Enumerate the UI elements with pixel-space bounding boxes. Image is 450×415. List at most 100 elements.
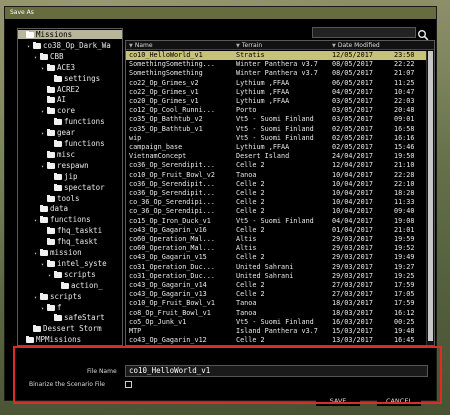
tree-item[interactable]: ▾ Missions	[18, 30, 122, 39]
tree-item-label: functions	[64, 139, 105, 148]
scrollbar-thumb[interactable]	[428, 51, 433, 341]
file-row[interactable]: co43_Op_Gagarin_v13 Celle 2 27/03/2017 17:0…	[126, 290, 426, 299]
file-row[interactable]: co12_Op_Cool_Runni... Porto 03/05/2017 20:4…	[126, 106, 426, 115]
file-name-cell: co43_Op_Gagarin_v12	[129, 336, 207, 345]
file-row[interactable]: co_36_Op_Serendipi... Celle 2 10/04/2017 09…	[126, 207, 426, 216]
tree-item-label: scripts	[64, 269, 96, 279]
file-row[interactable]: co36_Op_Serendipit... Celle 2 10/04/2017 22…	[126, 180, 426, 189]
column-date-header[interactable]: ▼ Date Modified	[332, 41, 380, 51]
file-row[interactable]: co60_Operation_Mal... Altis 29/03/2017 19:5…	[126, 235, 426, 244]
tree-item[interactable]: spectator	[48, 183, 122, 192]
time-cell: 17:59	[394, 281, 415, 289]
tree-item[interactable]: ▾ mission	[34, 248, 122, 257]
tree-item[interactable]: ▾ scripts	[48, 269, 122, 279]
search-input[interactable]	[312, 27, 416, 38]
list-scrollbar[interactable]	[426, 51, 434, 345]
file-row[interactable]: SomethingSomething Winter Panthera v3.7 08…	[126, 69, 426, 78]
file-row[interactable]: co22_Op_Grimes_v2 Lythium ,FFAA 06/05/2017…	[126, 79, 426, 88]
file-row[interactable]: campaign_base Lythium ,FFAA 02/05/2017 15:4…	[126, 143, 426, 152]
file-row[interactable]: co43_Op_Gagarin_v12 Celle 2 13/03/2017 16:4…	[126, 336, 426, 345]
tree-item[interactable]: misc	[41, 150, 122, 159]
time-cell: 20:48	[394, 106, 415, 115]
file-row[interactable]: VietnamConcept Desert Island 24/04/2017 19:…	[126, 152, 426, 161]
file-name-cell: co22_Op_Grimes_v2	[129, 78, 199, 87]
tree-item-label: safeStart	[64, 313, 105, 323]
file-row[interactable]: co43_Op_Gagarin_v16 Celle 2 01/04/2017 21:0…	[126, 226, 426, 235]
time-cell: 00:25	[394, 317, 415, 326]
file-row[interactable]: co43_Op_Gagarin_v15 Celle 2 29/03/2017 19:4…	[126, 253, 426, 262]
file-name-cell: co8_Op_Fruit_Bowl_v1	[129, 308, 211, 317]
terrain-cell: Stratis	[236, 51, 265, 59]
tree-item[interactable]: ▾ intel_syste	[41, 259, 122, 268]
tree-item[interactable]: functions	[48, 117, 122, 126]
folder-icon	[54, 118, 62, 126]
file-row[interactable]: co35_Op_Bathtub_v1 Vt5 - Suomi Finland 02/…	[126, 125, 426, 134]
folder-icon	[40, 292, 48, 300]
date-cell: 12/04/2017	[332, 161, 373, 170]
file-row[interactable]: co20_Op_Grimes_v1 Lythium ,FFAA 03/05/2017…	[126, 97, 426, 106]
tree-item[interactable]: ACRE2	[41, 84, 122, 94]
bottom-panel-highlight	[13, 346, 442, 404]
folder-icon	[54, 183, 62, 191]
tree-item-label: ACRE2	[57, 84, 80, 94]
tree-item[interactable]: tools	[41, 194, 122, 203]
tree-item-label: core	[57, 106, 76, 116]
tree-item[interactable]: ▾ respawn	[41, 161, 122, 170]
tree-item[interactable]: ▾ core	[41, 106, 122, 116]
file-name-cell: co36_Op_Serendipit...	[129, 179, 215, 188]
file-row[interactable]: co36_Op_Serendipit... Celle 2 12/04/2017 21…	[126, 161, 426, 170]
search-button[interactable]	[417, 26, 429, 41]
tree-item[interactable]: jip	[48, 172, 122, 181]
file-name-cell: co10_HelloWorld_v1	[129, 51, 203, 59]
file-row[interactable]: co10_Op_Fruit_Bowl_v1 Tanoa 18/03/2017 17:5…	[126, 299, 426, 308]
file-row[interactable]: co_36_Op_Serendipi... Celle 2 10/04/2017 11…	[126, 198, 426, 207]
folder-icon	[47, 194, 55, 202]
column-name-header[interactable]: ▼ Name	[129, 41, 153, 51]
folder-icon	[40, 216, 48, 224]
file-row[interactable]: co36_Op_Serendipit... Celle 2 10/04/2017 18…	[126, 189, 426, 198]
tree-item[interactable]: settings	[48, 74, 122, 83]
date-cell: 02/05/2017	[332, 124, 373, 133]
tree-item[interactable]: ▾ co38_Op_Dark_Wa	[27, 41, 122, 50]
tree-item[interactable]: ▾ functions	[34, 215, 122, 224]
date-cell: 01/04/2017	[332, 225, 373, 234]
file-row[interactable]: co10_Op_Fruit_Bowl_v2 Tanoa 10/04/2017 22:2…	[126, 171, 426, 180]
file-row[interactable]: MTP Island Panthera v3.7 15/03/2017 19:48	[126, 327, 426, 336]
terrain-cell: Porto	[236, 106, 257, 115]
tree-item[interactable]: AI	[41, 95, 122, 104]
tree-item[interactable]: action_	[55, 281, 122, 290]
tree-item[interactable]: Dessert Storm	[27, 324, 122, 333]
file-row[interactable]: co22_Op_Grimes_v1 Lythium ,FFAA 04/05/2017…	[126, 88, 426, 97]
tree-item[interactable]: ▾ f	[41, 303, 122, 312]
tree-item[interactable]: data	[34, 204, 122, 213]
file-name-cell: co22_Op_Grimes_v1	[129, 87, 199, 96]
file-row[interactable]: co43_Op_Gagarin_v14 Celle 2 27/03/2017 17:5…	[126, 281, 426, 290]
file-row[interactable]: co5_Op_Junk_v1 Vt5 - Suomi Finland 16/03/2…	[126, 318, 426, 327]
tree-item[interactable]: ▾ CBB	[34, 52, 122, 61]
column-terrain-header[interactable]: ▼ Terrain	[236, 41, 262, 51]
file-row[interactable]: co10_HelloWorld_v1 Stratis 12/05/2017 23:50	[126, 51, 426, 61]
tree-item[interactable]: ▾ gear	[41, 128, 122, 137]
tree-item[interactable]: ▾ ACE3	[41, 63, 122, 72]
file-name-cell: co10_Op_Fruit_Bowl_v1	[129, 299, 215, 308]
tree-item[interactable]: MPMissions	[20, 335, 122, 344]
file-row[interactable]: wip Vt5 - Suomi Finland 02/05/2017 16:16	[126, 134, 426, 143]
file-row[interactable]: co15_Op_Iron_Duck_v1 Vt5 - Suomi Finland 0…	[126, 217, 426, 226]
file-row[interactable]: co8_Op_Fruit_Bowl_v1 Tanoa 18/03/2017 16:12	[126, 309, 426, 318]
tree-item[interactable]: fhq_taskti	[41, 226, 122, 235]
folder-icon	[54, 270, 62, 278]
terrain-cell: Celle 2	[236, 198, 265, 207]
folder-icon	[33, 41, 41, 49]
file-list[interactable]: ▼ Name ▼ Terrain ▼ Date Modified co10_Hello…	[125, 40, 435, 346]
file-row[interactable]: SomethingSomething... Winter Panthera v3.…	[126, 60, 426, 69]
folder-tree[interactable]: ▾ Missions ▾ co38_Op_Dark_Wa ▾ CBB ▾ ACE3 settin…	[17, 28, 123, 346]
file-row[interactable]: co31_Operation_Duc... United Sahrani 29/03…	[126, 263, 426, 272]
tree-item[interactable]: functions	[48, 139, 122, 148]
tree-item[interactable]: ▾ scripts	[34, 292, 122, 301]
tree-item[interactable]: fhq_taskt	[41, 237, 122, 246]
file-row[interactable]: co31_Operation_Duc... United Sahrani 29/03…	[126, 272, 426, 281]
time-cell: 09:40	[394, 207, 415, 216]
file-row[interactable]: co60_Operation_Mal... Altis 29/03/2017 19:5…	[126, 244, 426, 253]
tree-item[interactable]: safeStart	[48, 313, 122, 323]
file-row[interactable]: co35_Op_Bathtub_v2 Vt5 - Suomi Finland 03/…	[126, 115, 426, 124]
